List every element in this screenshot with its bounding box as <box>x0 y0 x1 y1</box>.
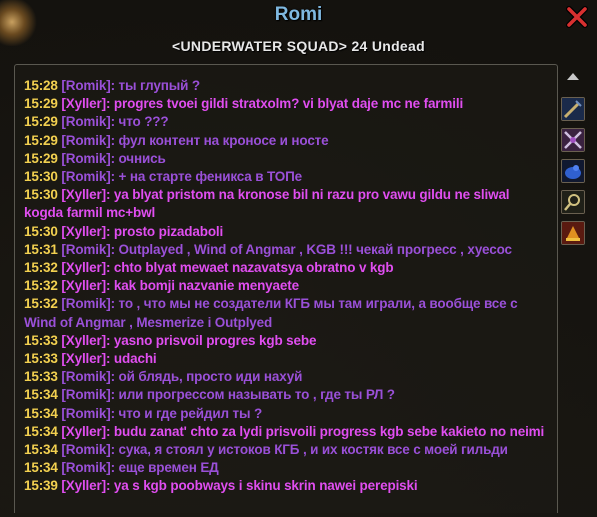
message-timestamp: 15:34 <box>24 460 58 476</box>
message-text: или прогрессом называть то , где ты РЛ ? <box>118 387 395 403</box>
crossed-axes-icon[interactable] <box>561 128 585 152</box>
chat-message: 15:32 [Xyller]: chto blyat mewaet nazava… <box>24 259 549 277</box>
sword-icon[interactable] <box>561 97 585 121</box>
window-subtitle: <UNDERWATER SQUAD> 24 Undead <box>172 38 425 54</box>
message-timestamp: 15:34 <box>24 423 58 439</box>
message-speaker[interactable]: [Xyller]: <box>61 278 110 293</box>
message-speaker[interactable]: [Romik]: <box>61 169 115 184</box>
chat-message: 15:32 [Xyller]: kak bomji nazvanie menya… <box>24 277 549 295</box>
chat-message: 15:39 [Xyller]: ya s kgb poobways i skin… <box>24 477 549 495</box>
close-button[interactable] <box>565 5 589 29</box>
message-speaker[interactable]: [Xyller]: <box>61 224 110 239</box>
message-timestamp: 15:32 <box>24 260 58 276</box>
message-text: еще времен ЕД <box>118 460 219 476</box>
chat-message: 15:34 [Romik]: сука, я стоял у истоков К… <box>24 441 549 459</box>
message-text: ой блядь, просто иди нахуй <box>118 369 303 385</box>
message-speaker[interactable]: [Romik]: <box>61 369 115 384</box>
guild-banner-icon[interactable] <box>561 221 585 245</box>
message-timestamp: 15:39 <box>24 478 58 494</box>
blue-creature-icon[interactable] <box>561 159 585 183</box>
message-text: фул контент на кроносе и носте <box>118 132 329 148</box>
chat-message: 15:29 [Xyller]: progres tvoei gildi stra… <box>24 95 549 113</box>
message-text: kak bomji nazvanie menyaete <box>113 278 299 294</box>
message-timestamp: 15:29 <box>24 132 58 148</box>
message-speaker[interactable]: [Romik]: <box>61 406 115 421</box>
chat-log: 15:28 [Romik]: ты глупый ? 15:29 [Xyller]… <box>24 77 549 496</box>
message-speaker[interactable]: [Romik]: <box>61 242 115 257</box>
message-speaker[interactable]: [Xyller]: <box>61 96 110 111</box>
message-timestamp: 15:33 <box>24 351 58 367</box>
message-timestamp: 15:28 <box>24 78 58 93</box>
message-timestamp: 15:29 <box>24 96 58 112</box>
chat-message: 15:33 [Romik]: ой блядь, просто иди наху… <box>24 368 549 386</box>
chat-message: 15:34 [Romik]: еще времен ЕД <box>24 459 549 477</box>
message-text: progres tvoei gildi stratxolm? vi blyat … <box>113 96 464 112</box>
message-timestamp: 15:30 <box>24 223 58 239</box>
chat-message: 15:33 [Xyller]: udachi <box>24 350 549 368</box>
message-timestamp: 15:34 <box>24 442 58 458</box>
message-timestamp: 15:33 <box>24 369 58 385</box>
chat-message: 15:34 [Xyller]: budu zanat' chto za lydi… <box>24 423 549 441</box>
message-speaker[interactable]: [Romik]: <box>61 387 115 402</box>
scroll-up-button[interactable] <box>566 68 580 80</box>
message-text: что ??? <box>118 114 169 130</box>
message-speaker[interactable]: [Romik]: <box>61 460 115 475</box>
message-text: что и где рейдил ты ? <box>118 405 263 421</box>
message-speaker[interactable]: [Romik]: <box>61 133 115 148</box>
chat-message: 15:31 [Romik]: Outplayed , Wind of Angma… <box>24 241 549 259</box>
message-timestamp: 15:33 <box>24 332 58 348</box>
message-timestamp: 15:34 <box>24 405 58 421</box>
message-text: chto blyat mewaet nazavatsya obratno v k… <box>113 260 394 276</box>
message-speaker[interactable]: [Xyller]: <box>61 351 110 366</box>
message-text: yasno prisvoil progres kgb sebe <box>113 332 317 348</box>
chat-message: 15:29 [Romik]: очнись <box>24 150 549 168</box>
message-speaker[interactable]: [Xyller]: <box>61 424 110 439</box>
chat-message: 15:30 [Romik]: + на старте феникса в ТОП… <box>24 168 549 186</box>
message-text: сука, я стоял у истоков КГБ , и их костя… <box>118 442 508 458</box>
message-speaker[interactable]: [Romik]: <box>61 296 115 311</box>
message-speaker[interactable]: [Xyller]: <box>61 260 110 275</box>
chevron-up-icon <box>567 73 579 80</box>
chat-message: 15:28 [Romik]: ты глупый ? <box>24 77 549 95</box>
message-speaker[interactable]: [Xyller]: <box>61 333 110 348</box>
chat-message: 15:34 [Romik]: или прогрессом называть т… <box>24 386 549 404</box>
chat-message: 15:32 [Romik]: то , что мы не создатели … <box>24 295 549 331</box>
message-timestamp: 15:34 <box>24 387 58 403</box>
message-timestamp: 15:29 <box>24 114 58 130</box>
message-text: очнись <box>118 150 166 166</box>
message-text: Outplayed , Wind of Angmar , KGB !!! чек… <box>118 241 512 257</box>
chat-message: 15:34 [Romik]: что и где рейдил ты ? <box>24 405 549 423</box>
chat-message: 15:29 [Romik]: что ??? <box>24 113 549 131</box>
magnifier-icon[interactable] <box>561 190 585 214</box>
chat-log-panel[interactable]: 15:28 [Romik]: ты глупый ? 15:29 [Xyller]… <box>14 64 558 513</box>
message-text: prosto pizadaboli <box>113 223 224 239</box>
chat-message: 15:29 [Romik]: фул контент на кроносе и … <box>24 132 549 150</box>
message-timestamp: 15:31 <box>24 241 58 257</box>
side-icon-bar <box>561 97 587 252</box>
message-speaker[interactable]: [Romik]: <box>61 442 115 457</box>
message-speaker[interactable]: [Xyller]: <box>61 478 110 493</box>
message-speaker[interactable]: [Romik]: <box>61 151 115 166</box>
chat-window: Romi <UNDERWATER SQUAD> 24 Undead 15:28 … <box>0 0 597 517</box>
chat-message: 15:33 [Xyller]: yasno prisvoil progres k… <box>24 332 549 350</box>
chat-message: 15:30 [Xyller]: prosto pizadaboli <box>24 223 549 241</box>
message-timestamp: 15:29 <box>24 150 58 166</box>
window-title: Romi <box>274 4 323 25</box>
message-speaker[interactable]: [Xyller]: <box>61 187 110 202</box>
message-text: budu zanat' chto za lydi prisvoili progr… <box>113 423 545 439</box>
close-icon <box>566 6 588 28</box>
message-speaker[interactable]: [Romik]: <box>61 114 115 129</box>
message-timestamp: 15:32 <box>24 278 58 294</box>
message-timestamp: 15:30 <box>24 169 58 185</box>
chat-message: 15:30 [Xyller]: ya blyat pristom na kron… <box>24 186 549 222</box>
message-speaker[interactable]: [Romik]: <box>61 78 115 93</box>
message-text: + на старте феникса в ТОПе <box>118 169 303 185</box>
message-text: udachi <box>113 351 157 367</box>
message-timestamp: 15:32 <box>24 296 58 312</box>
message-timestamp: 15:30 <box>24 187 58 203</box>
message-text: ya s kgb poobways i skinu skrin nawei pe… <box>113 478 418 494</box>
message-text: ты глупый ? <box>118 78 201 93</box>
